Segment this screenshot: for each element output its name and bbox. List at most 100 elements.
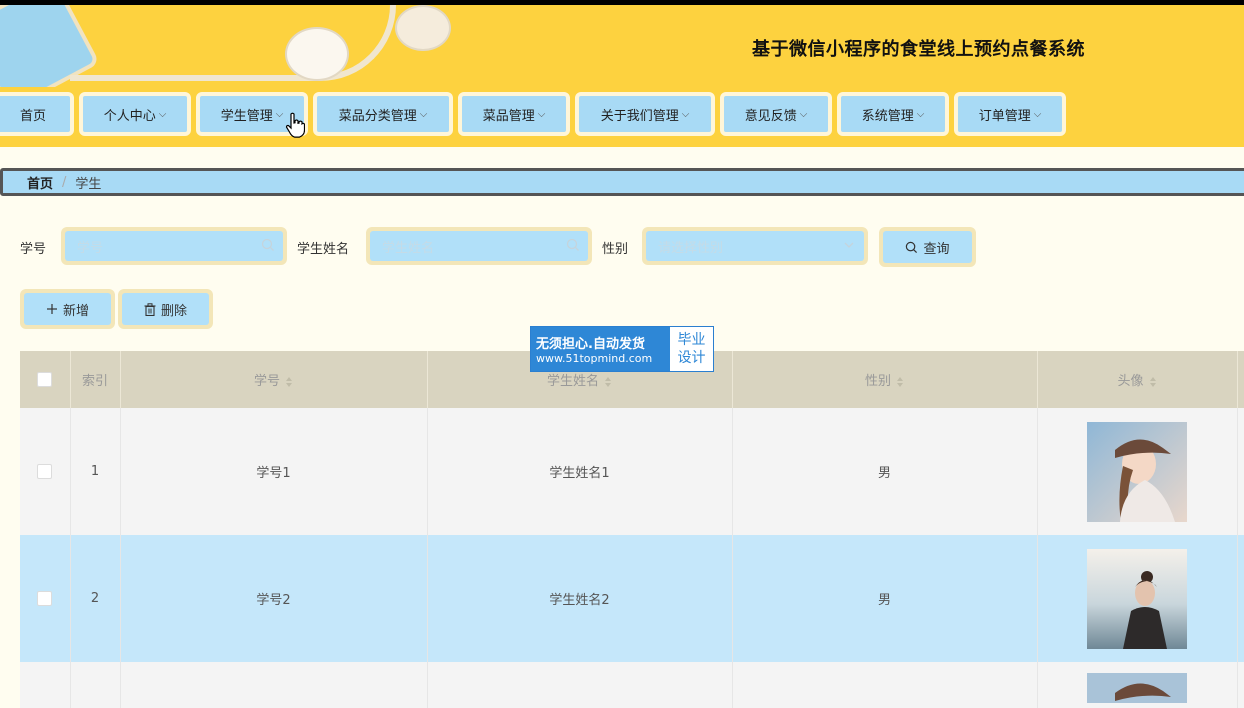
add-button-label: 新增 [62,303,89,319]
row-select-cell [20,662,71,708]
cell-gender: 男 [732,535,1038,662]
breadcrumb-home[interactable]: 首页 [27,173,53,192]
nav-item-home[interactable]: 首页 [0,92,74,136]
search-icon [906,241,918,253]
watermark-right: 毕业 设计 [670,327,713,371]
cell-gender: 男 [732,408,1038,535]
select-all-cell [20,351,71,408]
watermark-badge: 无须担心.自动发货 www.51topmind.com 毕业 设计 [530,326,714,372]
cell-avatar [1037,535,1238,662]
cell-student-no: 学号2 [120,535,428,662]
cell-avatar [1037,408,1238,535]
cell-index [70,662,121,708]
watermark-right1: 毕业 [677,332,706,348]
main-nav: 首页 个人中心 ⌵ 学生管理 ⌵ 菜品分类管理 ⌵ 菜品管理 ⌵ 关于我们管理 … [0,87,1244,147]
nav-item-label: 系统管理 [861,108,914,124]
gender-placeholder: 请选择性别 [658,240,724,256]
nav-item-label: 关于我们管理 [600,108,679,124]
nav-item-label: 学生管理 [220,108,273,124]
breadcrumb-current: 学生 [75,176,102,192]
delete-button[interactable]: 删除 [122,293,209,325]
header-cable-illustration [70,5,396,81]
breadcrumb-separator: / [62,174,67,190]
earbud-illustration [285,27,349,81]
nav-item-label: 订单管理 [978,108,1031,124]
chevron-down-icon: ⌵ [275,108,284,120]
query-button-frame: 查询 [879,227,976,267]
delete-button-label: 删除 [160,303,187,319]
query-button[interactable]: 查询 [883,231,972,263]
cell-student-name: 学生姓名2 [427,535,733,662]
cell-spacer [1237,662,1244,708]
gender-label: 性别 [602,242,629,257]
column-header-label: 学号 [253,374,280,389]
query-button-label: 查询 [923,241,950,257]
cell-student-name [427,662,733,708]
cell-spacer [1237,535,1244,662]
student-name-placeholder: 学生姓名 [382,240,435,256]
table-row[interactable] [20,662,1244,708]
chevron-down-icon: ⌵ [158,108,167,120]
row-checkbox[interactable] [37,464,53,479]
nav-item-personal-center[interactable]: 个人中心 ⌵ [79,92,191,136]
hand-cursor-icon [285,112,305,138]
row-select-cell [20,408,71,535]
row-checkbox[interactable] [37,591,53,606]
column-header-index: 索引 [70,351,121,408]
chevron-down-icon: ⌵ [681,108,690,120]
table-row[interactable]: 1 学号1 学生姓名1 男 [20,408,1244,535]
column-header-label: 索引 [81,374,108,389]
cell-spacer [1237,408,1244,535]
column-header-student-no[interactable]: 学号 [120,351,428,408]
student-name-input[interactable]: 学生姓名 [370,231,588,261]
nav-item-dish-management[interactable]: 菜品管理 ⌵ [458,92,570,136]
column-header-spacer [1237,351,1244,408]
column-header-avatar[interactable]: 头像 [1037,351,1238,408]
student-no-placeholder: 学号 [77,240,104,256]
chevron-down-icon: ⌵ [799,108,808,120]
breadcrumb: 首页 / 学生 [0,168,1244,196]
cell-index: 2 [70,535,121,662]
plus-icon [46,304,57,314]
chevron-down-icon [844,242,854,248]
sort-icon[interactable] [285,376,293,388]
column-header-label: 头像 [1117,374,1144,389]
student-name-field-frame: 学生姓名 [366,227,592,265]
column-header-label: 学生姓名 [546,374,599,389]
app-title: 基于微信小程序的食堂线上预约点餐系统 [752,39,1085,60]
cell-index: 1 [70,408,121,535]
chevron-down-icon: ⌵ [1033,108,1042,120]
nav-item-dish-category-management[interactable]: 菜品分类管理 ⌵ [313,92,453,136]
nav-item-label: 菜品分类管理 [338,108,417,124]
cell-student-name: 学生姓名1 [427,408,733,535]
column-header-label: 性别 [864,374,891,389]
chevron-down-icon: ⌵ [537,108,546,120]
nav-item-feedback[interactable]: 意见反馈 ⌵ [720,92,832,136]
table-row[interactable]: 2 学号2 学生姓名2 男 [20,535,1244,662]
avatar-image[interactable] [1087,673,1187,703]
sort-icon[interactable] [896,376,904,388]
nav-item-about-us-management[interactable]: 关于我们管理 ⌵ [575,92,715,136]
student-no-input[interactable]: 学号 [65,231,283,261]
avatar-image[interactable] [1087,421,1187,522]
sort-icon[interactable] [1149,376,1157,388]
earbud-illustration [395,5,451,51]
avatar-image[interactable] [1087,548,1187,649]
trash-icon [144,302,156,316]
add-button[interactable]: 新增 [24,293,111,325]
nav-item-system-management[interactable]: 系统管理 ⌵ [837,92,949,136]
sort-icon[interactable] [604,376,612,388]
student-no-label: 学号 [20,242,47,257]
select-all-checkbox[interactable] [37,372,53,387]
column-header-gender[interactable]: 性别 [732,351,1038,408]
nav-item-label: 菜品管理 [482,108,535,124]
row-select-cell [20,535,71,662]
gender-select[interactable]: 请选择性别 [646,231,864,261]
gender-select-frame: 请选择性别 [642,227,868,265]
nav-item-label: 首页 [19,108,46,124]
nav-item-order-management[interactable]: 订单管理 ⌵ [954,92,1066,136]
watermark-line1: 无须担心.自动发货 [536,337,645,352]
app-header: 基于微信小程序的食堂线上预约点餐系统 [0,5,1244,87]
watermark-line2: www.51topmind.com [536,352,653,365]
watermark-right2: 设计 [677,350,706,366]
